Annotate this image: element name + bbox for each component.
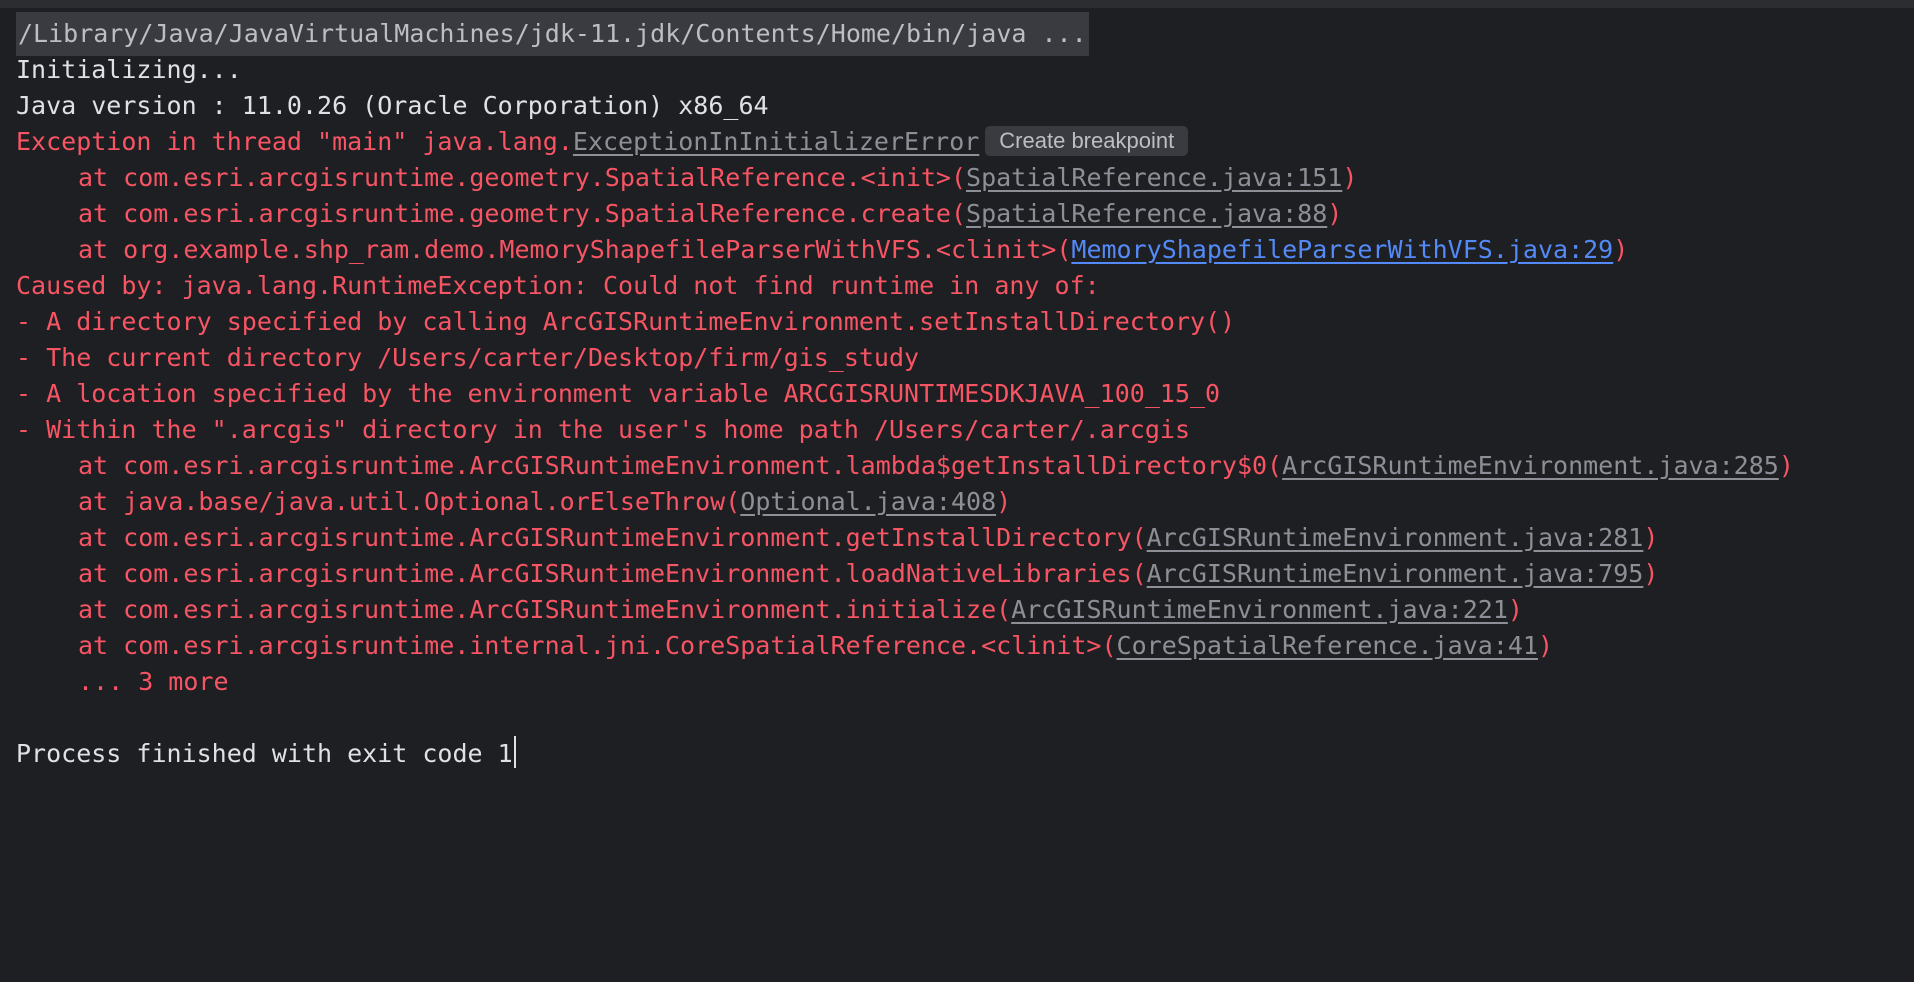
stack-frame-close: ) xyxy=(1327,199,1343,228)
stack-frame-text: at java.base/java.util.Optional.orElseTh… xyxy=(78,487,741,516)
stack-frame: at com.esri.arcgisruntime.internal.jni.C… xyxy=(16,624,1553,668)
stack-frame-close: ) xyxy=(1643,559,1659,588)
stack-frame-text: at com.esri.arcgisruntime.ArcGISRuntimeE… xyxy=(78,595,1012,624)
exception-prefix: Exception in thread "main" java.lang. xyxy=(16,127,573,156)
exception-class-link[interactable]: ExceptionInInitializerError xyxy=(573,127,979,156)
source-link[interactable]: ArcGISRuntimeEnvironment.java:795 xyxy=(1147,559,1644,588)
stack-frame-text: at com.esri.arcgisruntime.geometry.Spati… xyxy=(78,199,967,228)
stack-frame-close: ) xyxy=(1537,631,1554,660)
stack-frame-text: at com.esri.arcgisruntime.ArcGISRuntimeE… xyxy=(78,523,1147,552)
text-cursor xyxy=(513,736,516,768)
source-link[interactable]: SpatialReference.java:151 xyxy=(966,163,1342,192)
stack-frame-close: ) xyxy=(1342,163,1358,192)
create-breakpoint-button[interactable]: Create breakpoint xyxy=(985,126,1189,156)
source-link[interactable]: ArcGISRuntimeEnvironment.java:285 xyxy=(1282,451,1779,480)
stack-frame-text: at com.esri.arcgisruntime.ArcGISRuntimeE… xyxy=(78,451,1283,480)
source-link[interactable]: CoreSpatialReference.java:41 xyxy=(1117,631,1538,660)
stack-frame-text: at org.example.shp_ram.demo.MemoryShapef… xyxy=(78,235,1072,264)
stack-frame-close: ) xyxy=(996,487,1012,516)
source-link[interactable]: SpatialReference.java:88 xyxy=(966,199,1327,228)
run-console[interactable]: /Library/Java/JavaVirtualMachines/jdk-11… xyxy=(0,0,1914,982)
project-source-link[interactable]: MemoryShapefileParserWithVFS.java:29 xyxy=(1071,235,1613,264)
source-link[interactable]: ArcGISRuntimeEnvironment.java:221 xyxy=(1011,595,1508,624)
exit-code-text: Process finished with exit code 1 xyxy=(16,739,513,768)
stack-frame-close: ) xyxy=(1778,451,1794,480)
stack-frame-close: ) xyxy=(1613,235,1629,264)
source-link[interactable]: ArcGISRuntimeEnvironment.java:281 xyxy=(1147,523,1644,552)
more-frames-text: ... 3 more xyxy=(78,667,229,696)
stack-frame-text: at com.esri.arcgisruntime.geometry.Spati… xyxy=(78,163,967,192)
stack-frame-close: ) xyxy=(1507,595,1523,624)
stack-frame-close: ) xyxy=(1643,523,1659,552)
source-link[interactable]: Optional.java:408 xyxy=(740,487,996,516)
stack-frame-text: at com.esri.arcgisruntime.ArcGISRuntimeE… xyxy=(78,559,1147,588)
exit-code-line[interactable]: Process finished with exit code 1 xyxy=(16,732,516,776)
more-frames-line: ... 3 more xyxy=(16,660,229,704)
stack-frame-text: at com.esri.arcgisruntime.internal.jni.C… xyxy=(78,631,1117,660)
